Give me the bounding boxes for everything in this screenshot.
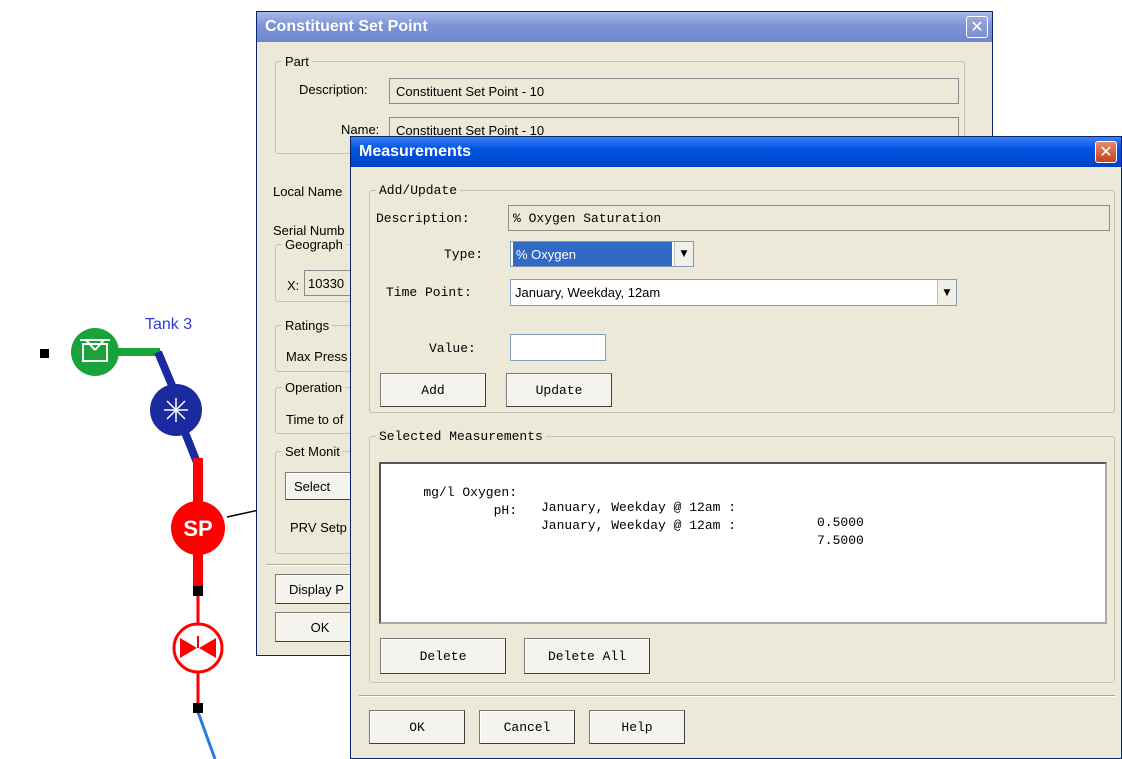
tank-icon[interactable] (71, 328, 119, 376)
measurement-time: January, Weekday @ 12am : (541, 500, 737, 515)
junction-node[interactable] (193, 703, 203, 713)
type-selected-value: % Oxygen (513, 242, 672, 266)
local-name-label: Local Name (273, 184, 343, 199)
set-monitor-group-label: Set Monit (285, 444, 340, 459)
update-button[interactable]: Update (506, 373, 612, 407)
title-bar[interactable]: Constituent Set Point ✕ (257, 12, 992, 42)
window-title: Constituent Set Point (265, 18, 428, 35)
measurement-name: pH: (493, 503, 517, 518)
name-label: Name: (341, 122, 380, 137)
cancel-button[interactable]: Cancel (479, 710, 575, 744)
junction-node[interactable] (40, 349, 49, 358)
measurements-list[interactable]: mg/l Oxygen: January, Weekday @ 12am : 0… (379, 462, 1107, 624)
list-item[interactable]: pH: January, Weekday @ 12am : 7.5000 (385, 488, 864, 563)
max-pressure-label: Max Press (286, 349, 348, 364)
description-label: Description: (299, 82, 368, 97)
type-select[interactable]: % Oxygen ▼ (510, 241, 694, 267)
part-group-label: Part (285, 54, 309, 69)
selected-measurements-group-label: Selected Measurements (379, 429, 543, 444)
delete-button[interactable]: Delete (380, 638, 506, 674)
close-button[interactable]: ✕ (966, 16, 988, 38)
chevron-down-icon[interactable]: ▼ (674, 242, 693, 266)
time-point-selected-value: January, Weekday, 12am (515, 285, 661, 300)
measurement-value: 0.5000 (817, 515, 864, 530)
measurement-time: January, Weekday @ 12am : (541, 518, 737, 533)
delete-all-button[interactable]: Delete All (524, 638, 650, 674)
geographic-group-label: Geograph (285, 237, 343, 252)
operation-group-label: Operation (285, 380, 343, 395)
pump-icon[interactable] (150, 384, 202, 436)
chevron-down-icon[interactable]: ▼ (937, 280, 956, 305)
add-update-group-label: Add/Update (379, 183, 458, 198)
window-title: Measurements (359, 143, 472, 160)
close-icon: ✕ (970, 17, 984, 36)
add-button[interactable]: Add (380, 373, 486, 407)
set-point-node-icon[interactable]: SP (171, 501, 225, 555)
value-input[interactable] (510, 334, 606, 361)
measurement-value: 7.5000 (817, 533, 864, 548)
type-label: Type: (444, 247, 484, 262)
serial-number-label: Serial Numb (273, 223, 345, 238)
value-label: Value: (429, 341, 476, 356)
ratings-group-label: Ratings (285, 318, 330, 333)
x-label: X: (287, 278, 300, 293)
valve-icon[interactable] (172, 622, 224, 674)
measurements-dialog: Measurements ✕ Add/Update Description: %… (350, 136, 1122, 759)
ok-button[interactable]: OK (369, 710, 465, 744)
time-point-label: Time Point: (386, 285, 472, 300)
pipe-blue-out[interactable] (196, 711, 217, 759)
close-icon: ✕ (1099, 142, 1113, 161)
time-point-select[interactable]: January, Weekday, 12am ▼ (510, 279, 957, 306)
junction-node[interactable] (193, 586, 203, 596)
divider (359, 695, 1115, 697)
description-field[interactable]: % Oxygen Saturation (508, 205, 1110, 231)
sp-node-label: SP (183, 516, 212, 541)
description-label: Description: (376, 211, 470, 226)
time-to-label: Time to of (286, 412, 344, 427)
description-field[interactable]: Constituent Set Point - 10 (389, 78, 959, 104)
tank-label: Tank 3 (145, 316, 193, 333)
prv-setpoint-label: PRV Setp (290, 520, 347, 535)
help-button[interactable]: Help (589, 710, 685, 744)
close-button[interactable]: ✕ (1095, 141, 1117, 163)
title-bar[interactable]: Measurements ✕ (351, 137, 1121, 167)
